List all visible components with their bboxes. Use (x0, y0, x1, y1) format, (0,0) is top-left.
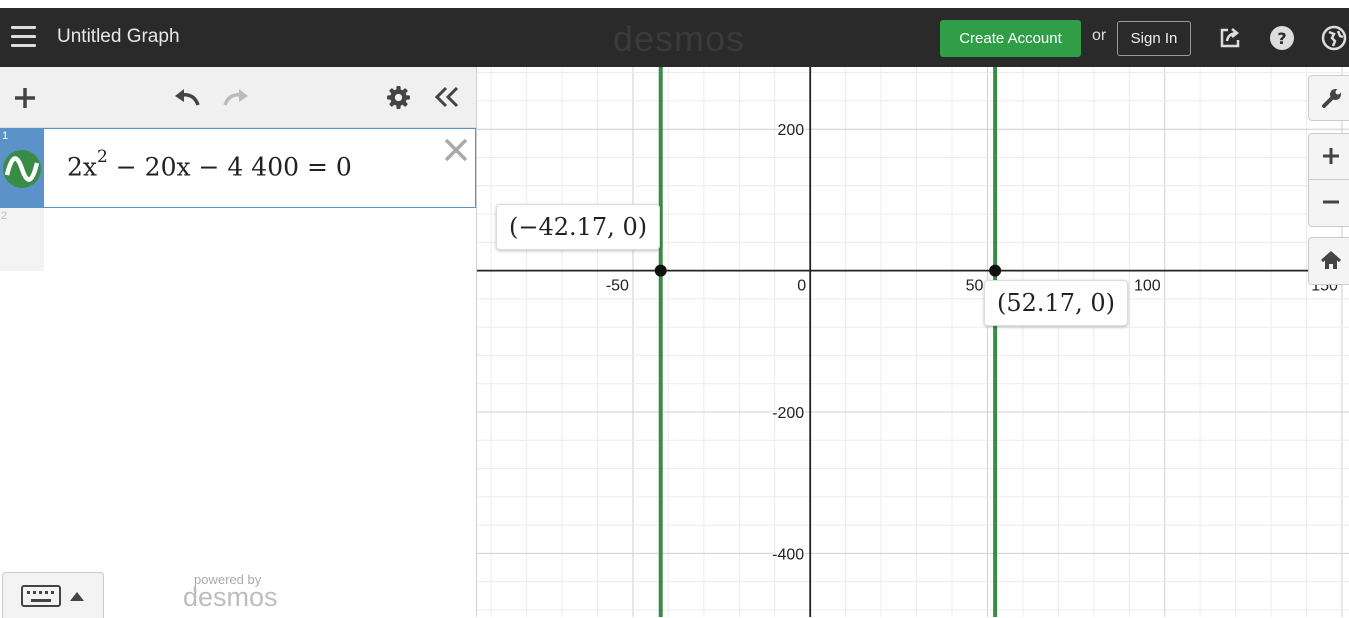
y-tick-label: -400 (772, 546, 804, 563)
x-tick-label: 0 (797, 278, 806, 295)
expression-text[interactable]: 2x2 − 20x − 4 400 = 0 (67, 147, 352, 181)
y-tick-label: 200 (778, 122, 805, 139)
svg-text:?: ? (1277, 29, 1286, 48)
undo-icon[interactable] (172, 85, 204, 109)
root-label-left[interactable]: (−42.17, 0) (496, 204, 661, 250)
x-tick-label: 100 (1134, 278, 1161, 295)
caret-up-icon (70, 592, 84, 601)
expression-number: 2 (1, 210, 8, 222)
expression-panel: 1 2x2 − 20x − 4 400 = 0 2 powered by des… (0, 67, 477, 618)
redo-icon[interactable] (219, 85, 251, 109)
desmos-logo: desmos (613, 18, 746, 59)
expression-tab-1[interactable]: 1 (1, 129, 44, 207)
zoom-in-button[interactable] (1308, 133, 1349, 180)
graph-color-icon[interactable] (1, 148, 43, 190)
keyboard-icon (21, 585, 61, 607)
header-bar: Untitled Graph desmos Create Account or … (0, 8, 1349, 67)
graph-settings-button[interactable] (1308, 75, 1349, 121)
collapse-panel-icon[interactable] (434, 85, 460, 109)
menu-icon[interactable] (11, 26, 36, 48)
default-viewport-button[interactable] (1308, 237, 1349, 285)
expression-toolbar (0, 67, 476, 128)
help-icon[interactable]: ? (1269, 25, 1295, 51)
x-tick-label: 50 (966, 278, 984, 295)
settings-gear-icon[interactable] (386, 85, 411, 110)
expression-row-2[interactable]: 2 (0, 208, 44, 271)
solution-point (654, 264, 667, 277)
expression-number: 1 (2, 130, 9, 142)
graph-canvas[interactable]: -50 0 50 100 150200-200-400 (477, 67, 1349, 617)
powered-by-desmos-logo: desmos (183, 582, 278, 612)
minus-icon (1323, 200, 1339, 204)
solution-point (989, 264, 1002, 277)
graph-paper[interactable]: -50 0 50 100 150 200 -200 -400 (−42.17, 0) (52.… (477, 67, 1349, 617)
top-strip (0, 0, 1349, 8)
add-item-icon[interactable] (13, 86, 37, 110)
x-tick-label: -50 (606, 278, 629, 295)
delete-expression-icon[interactable] (443, 137, 469, 163)
create-account-button[interactable]: Create Account (940, 20, 1081, 57)
or-text: or (1092, 27, 1107, 44)
keypad-toggle-button[interactable] (2, 572, 104, 618)
sign-in-button[interactable]: Sign In (1117, 21, 1191, 56)
graph-title[interactable]: Untitled Graph (57, 26, 180, 48)
share-icon[interactable] (1217, 25, 1243, 51)
expression-row-1[interactable]: 1 2x2 − 20x − 4 400 = 0 (0, 128, 476, 208)
zoom-out-button[interactable] (1308, 179, 1349, 227)
y-tick-label: -200 (772, 405, 804, 422)
globe-icon[interactable] (1321, 25, 1347, 51)
wrench-icon (1322, 89, 1341, 108)
plus-icon (1323, 148, 1339, 164)
home-icon (1321, 251, 1341, 269)
root-label-right[interactable]: (52.17, 0) (984, 280, 1128, 326)
